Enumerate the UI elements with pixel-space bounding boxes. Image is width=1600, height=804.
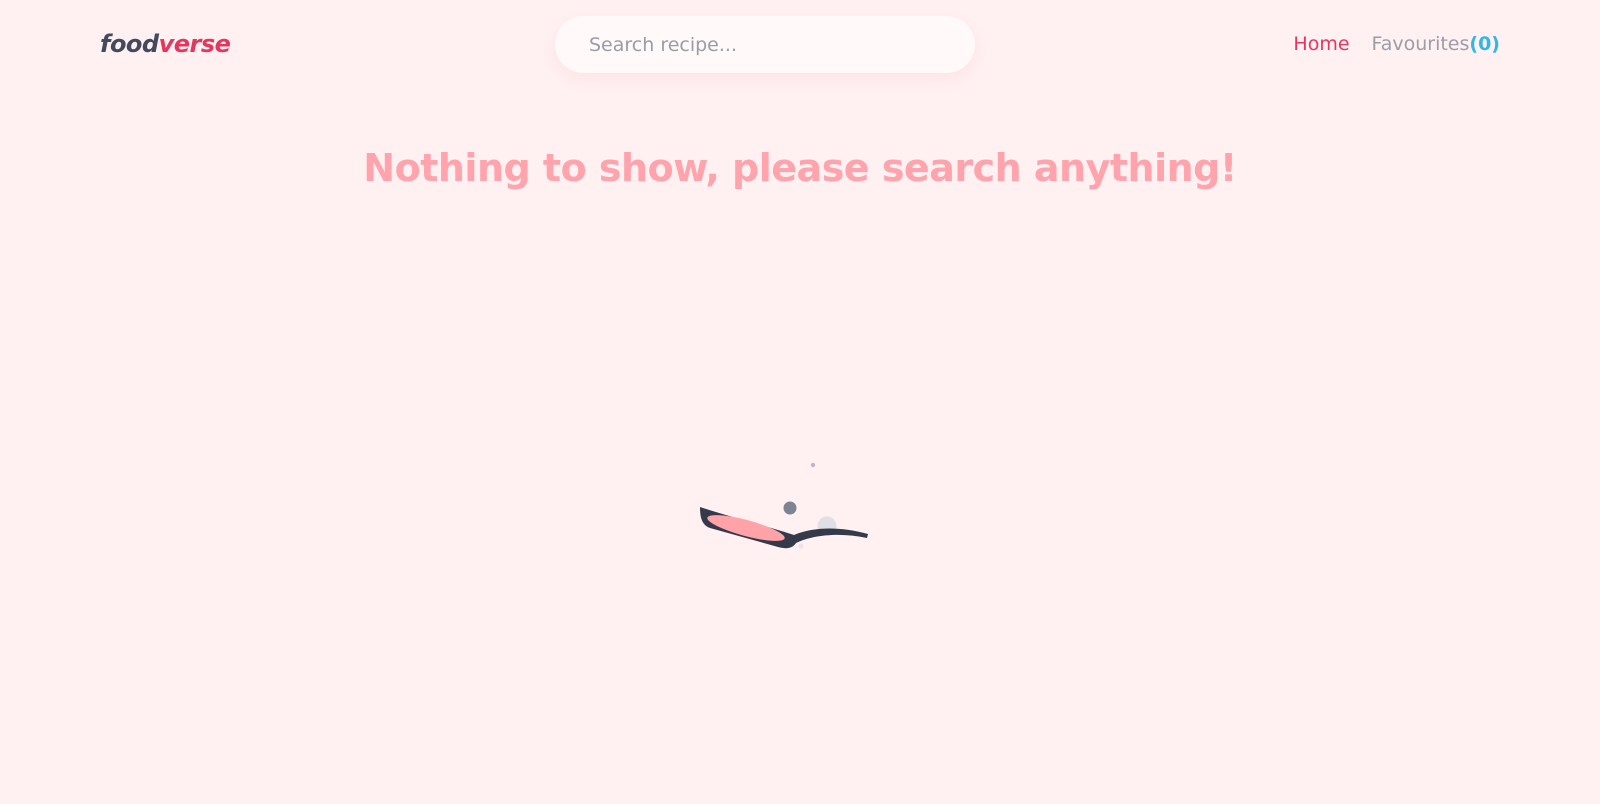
search-input[interactable] xyxy=(555,16,975,73)
search-bar xyxy=(555,16,975,73)
nav-home-link[interactable]: Home xyxy=(1293,30,1349,58)
frying-pan-icon xyxy=(700,455,890,565)
navbar: foodverse Home Favourites(0) xyxy=(0,0,1600,90)
favourites-count: (0) xyxy=(1469,33,1500,55)
empty-state-message: Nothing to show, please search anything! xyxy=(363,146,1237,190)
bubble-icon xyxy=(783,501,797,515)
nav-favourites-label: Favourites xyxy=(1371,33,1470,55)
nav-favourites-link[interactable]: Favourites (0) xyxy=(1372,30,1500,58)
bubble-icon xyxy=(798,543,804,549)
logo-food: food xyxy=(100,30,159,58)
logo[interactable]: foodverse xyxy=(100,28,231,60)
logo-verse: verse xyxy=(158,30,231,58)
bubble-icon xyxy=(810,462,816,468)
nav-links: Home Favourites (0) xyxy=(1293,30,1500,58)
